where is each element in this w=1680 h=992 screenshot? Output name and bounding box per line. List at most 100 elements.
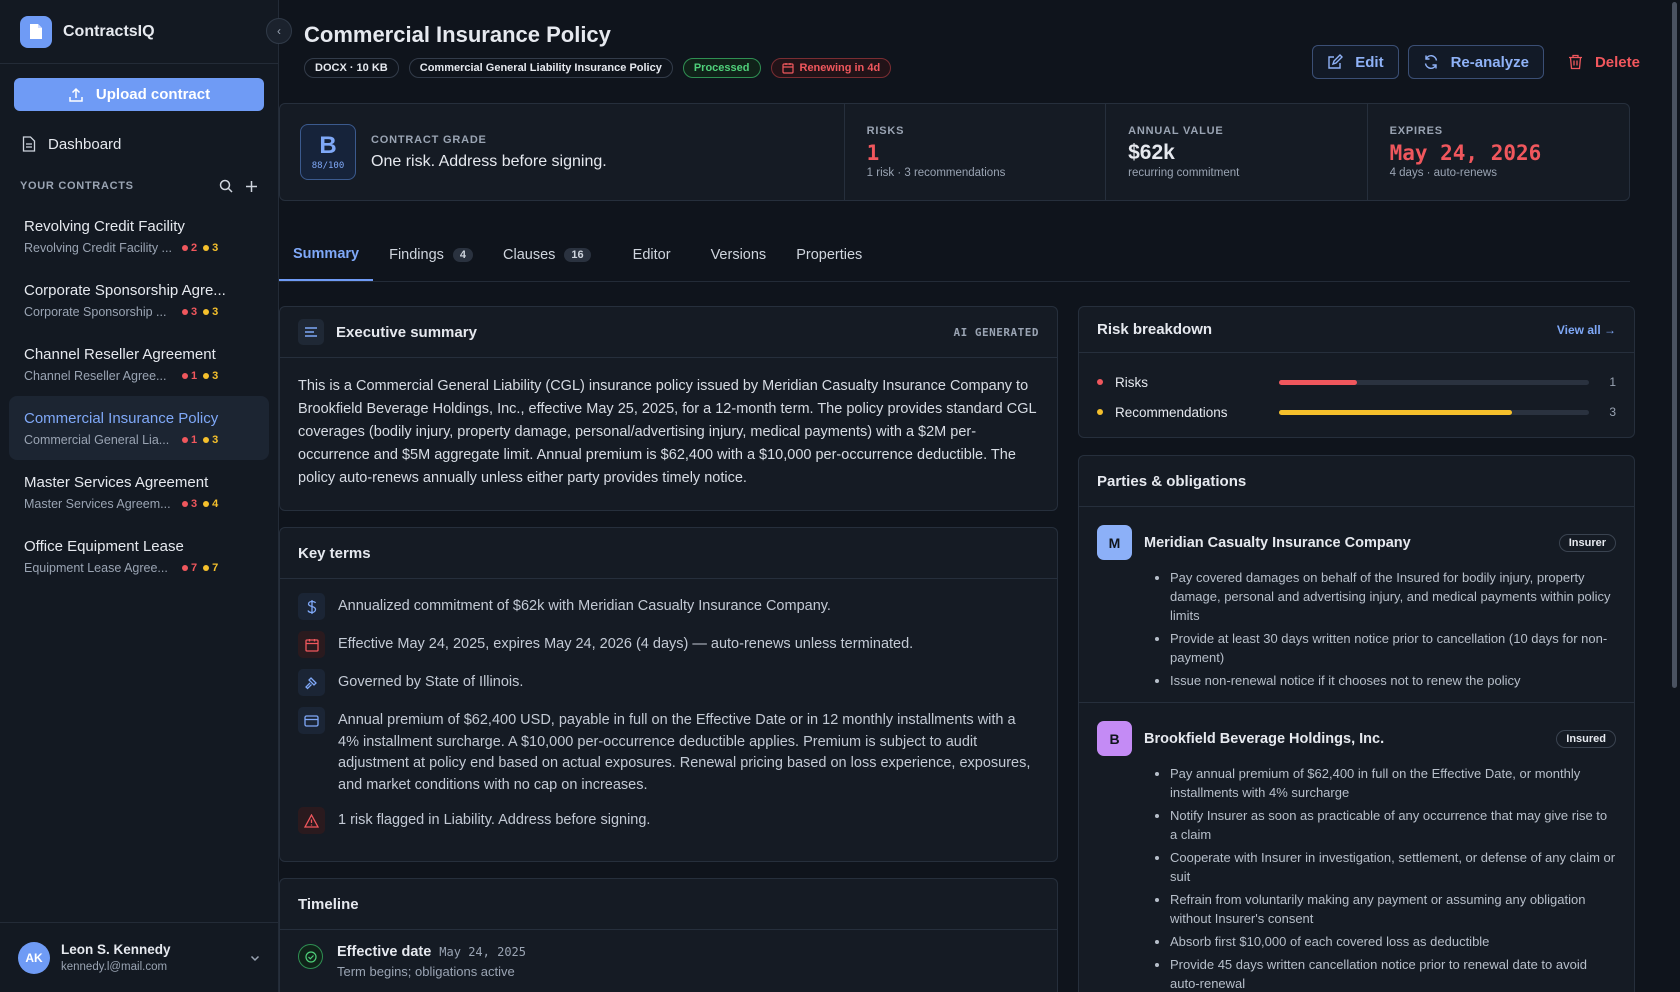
contract-subtitle: Equipment Lease Agree...	[24, 560, 168, 575]
recommendation-count: 3	[203, 242, 218, 254]
chevron-down-icon[interactable]	[249, 952, 261, 964]
contract-item[interactable]: Master Services Agreement Master Service…	[9, 460, 269, 524]
page-title: Commercial Insurance Policy	[304, 22, 611, 47]
party-name: Meridian Casualty Insurance Company	[1144, 534, 1411, 551]
obligation-item: Pay covered damages on behalf of the Ins…	[1170, 568, 1616, 625]
contract-title: Revolving Credit Facility	[24, 217, 185, 235]
contracts-section-header: YOUR CONTRACTS	[0, 176, 278, 196]
grade-badge: B 88/100	[300, 124, 356, 180]
timeline-card: Timeline Effective date May 24, 2025 Term…	[279, 878, 1058, 992]
recommendation-label: Recommendations	[1115, 404, 1228, 420]
party-avatar: B	[1097, 721, 1132, 756]
stat-label: EXPIRES	[1389, 125, 1443, 137]
stat-sub: recurring commitment	[1128, 167, 1240, 179]
risk-count: 2	[182, 242, 197, 254]
calendar-icon	[781, 63, 794, 74]
tab-properties[interactable]: Properties	[782, 228, 876, 281]
contract-subtitle: Corporate Sponsorship ...	[24, 304, 167, 319]
timeline-date: May 24, 2025	[439, 945, 526, 959]
chevron-left-icon: ‹	[277, 24, 281, 38]
obligation-item: Notify Insurer as soon as practicable of…	[1170, 806, 1616, 844]
user-email: kennedy.l@mail.com	[61, 961, 168, 973]
scrollbar-thumb[interactable]	[1672, 2, 1677, 688]
risk-count: 7	[182, 562, 197, 574]
view-all-link[interactable]: View all →	[1557, 323, 1616, 337]
edit-label: Edit	[1355, 53, 1384, 71]
key-terms-card: Key terms Annualized commitment of $62k …	[279, 527, 1058, 862]
contract-list: Revolving Credit Facility Revolving Cred…	[0, 204, 278, 588]
dashboard-label: Dashboard	[48, 135, 122, 153]
stat-expires: EXPIRES May 24, 2026 4 days · auto-renew…	[1368, 104, 1629, 200]
search-icon[interactable]	[219, 179, 233, 193]
tab-clauses[interactable]: Clauses 16	[489, 228, 605, 281]
party-name: Brookfield Beverage Holdings, Inc.	[1144, 730, 1385, 747]
contract-title: Commercial Insurance Policy	[24, 409, 219, 427]
tab-versions[interactable]: Versions	[697, 228, 781, 281]
obligation-item: Cooperate with Insurer in investigation,…	[1170, 848, 1616, 886]
warning-icon	[298, 807, 325, 834]
progress-track	[1279, 409, 1589, 415]
party-item: B Brookfield Beverage Holdings, Inc. Ins…	[1079, 703, 1634, 992]
nav-dashboard[interactable]: Dashboard	[0, 128, 278, 160]
trash-icon	[1568, 54, 1582, 70]
delete-button[interactable]: Delete	[1553, 45, 1655, 79]
obligation-item: Refrain from voluntarily making any paym…	[1170, 890, 1616, 928]
recommendation-count: 3	[203, 370, 218, 382]
section-title: YOUR CONTRACTS	[20, 180, 134, 192]
stat-value: May 24, 2026	[1389, 141, 1542, 165]
tab-editor[interactable]: Editor	[619, 228, 685, 281]
status-badge: Processed	[682, 58, 761, 78]
user-profile[interactable]: AK Leon S. Kennedy kennedy.l@mail.com	[0, 922, 279, 992]
summary-text: This is a Commercial General Liability (…	[298, 378, 1037, 486]
tab-summary[interactable]: Summary	[279, 228, 374, 281]
card-title: Executive summary	[336, 323, 477, 341]
tab-findings[interactable]: Findings 4	[375, 228, 487, 281]
contract-subtitle: Channel Reseller Agree...	[24, 368, 167, 383]
grade-label: CONTRACT GRADE	[371, 133, 487, 146]
key-term-item: 1 risk flagged in Liability. Address bef…	[298, 807, 1039, 834]
collapse-sidebar-button[interactable]: ‹	[266, 18, 292, 44]
brand[interactable]: ContractsIQ	[0, 0, 278, 64]
party-role-badge: Insured	[1556, 729, 1616, 748]
upload-label: Upload contract	[95, 86, 211, 103]
obligation-item: Absorb first $10,000 of each covered los…	[1170, 932, 1616, 951]
stat-value: $62k	[1128, 141, 1175, 164]
key-term-item: Governed by State of Illinois.	[298, 669, 1039, 696]
avatar: AK	[18, 941, 50, 974]
ai-generated-tag: AI GENERATED	[953, 325, 1039, 339]
contract-item[interactable]: Channel Reseller Agreement Channel Resel…	[9, 332, 269, 396]
grade-message: One risk. Address before signing.	[371, 152, 607, 170]
plus-icon[interactable]	[245, 180, 258, 193]
gavel-icon	[298, 669, 325, 696]
edit-button[interactable]: Edit	[1312, 45, 1399, 79]
findings-count: 4	[452, 247, 474, 262]
upload-contract-button[interactable]: Upload contract	[14, 78, 264, 111]
scrollbar[interactable]	[1668, 0, 1680, 992]
contract-item[interactable]: Revolving Credit Facility Revolving Cred…	[9, 204, 269, 268]
risk-breakdown-card: Risk breakdown View all → Risks 1 Recomm…	[1078, 306, 1635, 438]
contract-item[interactable]: Corporate Sponsorship Agre... Corporate …	[9, 268, 269, 332]
contract-overview: B 88/100 CONTRACT GRADE One risk. Addres…	[279, 103, 1630, 201]
card-title: Parties & obligations	[1097, 472, 1247, 490]
obligation-item: Issue non-renewal notice if it chooses n…	[1170, 671, 1616, 690]
stat-sub: 1 risk · 3 recommendations	[866, 167, 1006, 179]
document-logo-icon	[20, 15, 52, 48]
risk-row: Risks 1	[1097, 367, 1616, 397]
party-role-badge: Insurer	[1558, 533, 1616, 552]
progress-track	[1279, 379, 1589, 385]
contract-item-active[interactable]: Commercial Insurance Policy Commercial G…	[9, 396, 269, 460]
check-circle-icon	[298, 944, 323, 969]
clauses-count: 16	[564, 247, 591, 262]
stat-annual-value: ANNUAL VALUE $62k recurring commitment	[1106, 104, 1368, 200]
delete-label: Delete	[1594, 53, 1640, 71]
risk-count: 1	[182, 434, 197, 446]
parties-card: Parties & obligations M Meridian Casualt…	[1078, 455, 1635, 992]
risk-count: 1	[1609, 375, 1616, 389]
contract-item[interactable]: Office Equipment Lease Equipment Lease A…	[9, 524, 269, 588]
contract-type-chip: Commercial General Liability Insurance P…	[408, 58, 673, 78]
upload-icon	[69, 87, 83, 102]
party-item: M Meridian Casualty Insurance Company In…	[1079, 507, 1634, 703]
sidebar: ContractsIQ ‹ Upload contract Dashboard …	[0, 0, 292, 992]
recommendation-count: 3	[203, 306, 218, 318]
reanalyze-button[interactable]: Re-analyze	[1407, 45, 1544, 79]
